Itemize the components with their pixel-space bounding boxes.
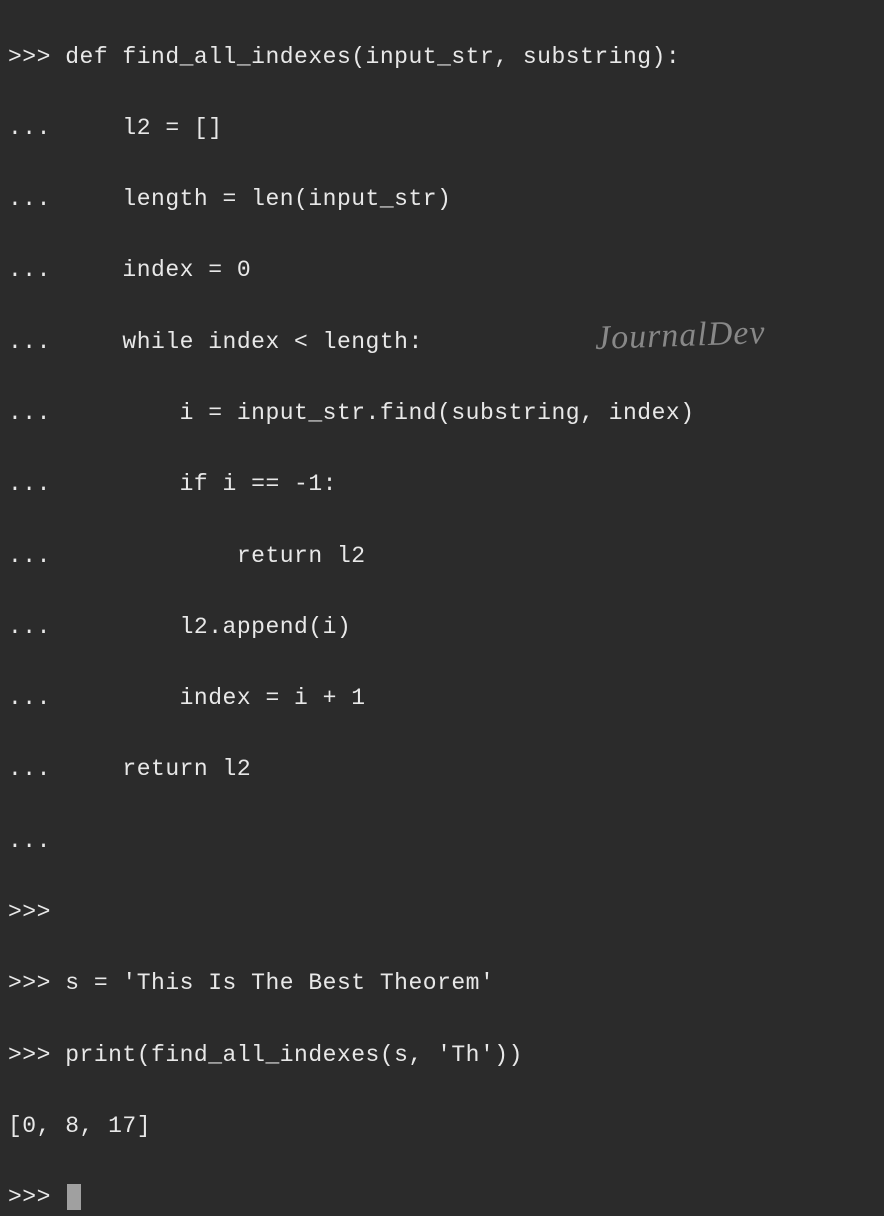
code-line: ... length = len(input_str) — [8, 182, 876, 218]
code-line: >>> def find_all_indexes(input_str, subs… — [8, 40, 876, 76]
prompt-text: >>> — [8, 1184, 65, 1210]
code-line: ... index = 0 — [8, 253, 876, 289]
output-line: [0, 8, 17] — [8, 1109, 876, 1145]
code-line: ... l2 = [] — [8, 111, 876, 147]
code-line: ... return l2 — [8, 539, 876, 575]
code-line: >>> s = 'This Is The Best Theorem' — [8, 966, 876, 1002]
code-line: ... while index < length: — [8, 325, 876, 361]
cursor — [67, 1184, 81, 1210]
prompt-line[interactable]: >>> — [8, 1180, 876, 1216]
code-line: ... index = i + 1 — [8, 681, 876, 717]
code-line: ... return l2 — [8, 752, 876, 788]
code-line: ... i = input_str.find(substring, index) — [8, 396, 876, 432]
terminal-output: >>> def find_all_indexes(input_str, subs… — [8, 4, 876, 1216]
code-line: >>> — [8, 895, 876, 931]
code-line: ... if i == -1: — [8, 467, 876, 503]
code-line: >>> print(find_all_indexes(s, 'Th')) — [8, 1038, 876, 1074]
code-line: ... l2.append(i) — [8, 610, 876, 646]
code-line: ... — [8, 824, 876, 860]
